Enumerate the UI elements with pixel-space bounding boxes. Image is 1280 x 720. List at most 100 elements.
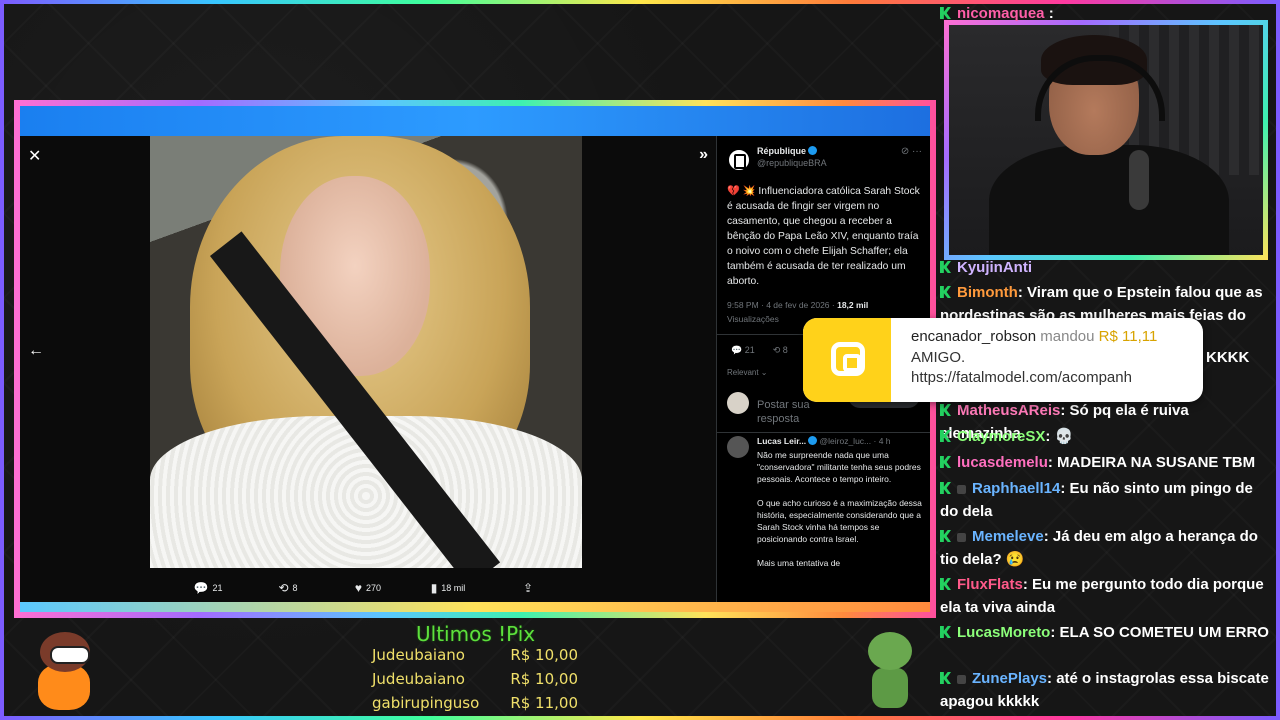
kick-badge-icon [940,578,951,590]
reply-button[interactable]: 💬 21 [168,574,248,602]
like-button[interactable]: ♥ 270 [328,574,408,602]
pix-name: Judeubaiano [372,670,465,688]
chat-username: LucasMoreto [957,624,1051,641]
kick-badge-icon [940,530,951,542]
previous-arrow-icon[interactable]: ← [28,342,44,360]
repost-count: 8 [292,583,298,593]
tweet-text: 💔 💥 Influenciadora católica Sarah Stock … [727,186,920,287]
user-avatar [727,392,749,414]
chat-message: Memeleve: Já deu em algo a herança do ti… [940,525,1270,571]
author-name[interactable]: République [757,146,817,156]
frog-head [868,632,912,670]
chat-message: FluxFlats: Eu me pergunto todo dia porqu… [940,573,1270,619]
chat-username: ZunePlays [972,670,1048,687]
pix-title: Ultimos !Pix [416,622,536,646]
chat-text: : [1044,5,1054,22]
verified-badge-icon [808,146,817,155]
chat-text: KKKK [1206,349,1250,366]
bar-chart-icon: ▮ [430,581,438,595]
kick-badge-icon [940,672,951,684]
reply-placeholder[interactable]: Postar sua resposta [757,398,817,426]
donation-link: https://fatalmodel.com/acompanh [911,369,1132,386]
chat-text: : ELA SO COMETEU UM ERRO [1050,624,1269,641]
pix-row: Judeubaiano R$ 10,00 [372,670,578,688]
chat-message: nicomaquea : [940,2,1270,25]
repost-stat[interactable]: ⟲ 8 [773,345,788,356]
pix-amount: R$ 10,00 [510,670,578,688]
chat-message-fragment: KKKK [1206,346,1266,369]
sub-badge-icon [957,485,966,494]
chat-username: lucasdemelu [957,454,1048,471]
browser-capture: ✕ ← » 💬 21 ⟲ 8 ♥ 270 ▮ 18 mil ⇪ Républiqu [20,106,930,612]
mascot-eyes [50,646,90,664]
chat-username: Bimonth [957,284,1018,301]
tweet-stats: 💬 21 ⟲ 8 [731,345,788,356]
pix-logo-icon [831,342,865,376]
author-avatar[interactable] [727,148,751,172]
pix-row: gabirupinguso R$ 11,00 [372,694,578,712]
repost-button[interactable]: ⟲ 8 [248,574,328,602]
donation-header: encanador_robson mandou R$ 11,11 [911,328,1157,345]
close-icon[interactable]: ✕ [28,146,41,166]
kick-badge-icon [940,456,951,468]
heart-icon: ♥ [354,581,363,595]
view-count: 18 mil [441,583,466,593]
repost-stat-count: 8 [782,345,788,355]
media-lightbox: ✕ ← » 💬 21 ⟲ 8 ♥ 270 ▮ 18 mil ⇪ [20,136,716,602]
reply-icon: 💬 [193,581,209,595]
comment-text: Não me surpreende nada que uma "conserva… [757,450,922,568]
chat-message: lucasdemelu: MADEIRA NA SUSANE TBM [940,451,1270,474]
lightbox-action-bar: 💬 21 ⟲ 8 ♥ 270 ▮ 18 mil ⇪ [20,574,716,602]
author-name-text: République [757,146,806,156]
kick-badge-icon [940,482,951,494]
chat-message: ZunePlays: até o instagrolas essa biscat… [940,667,1270,713]
chat-username: FluxFlats [957,576,1023,593]
pix-row: Judeubaiano R$ 10,00 [372,646,578,664]
share-button[interactable]: ⇪ [488,574,568,602]
frog-body [872,668,908,708]
chat-username: nicomaquea [957,5,1045,22]
chat-message: KyujinAnti [940,256,1270,279]
chat-username: ClaymoreSX [957,428,1046,445]
more-options-icon[interactable]: ⊘ ··· [901,146,922,157]
pix-amount: R$ 10,00 [510,646,578,664]
kick-badge-icon [940,430,951,442]
pix-name: gabirupinguso [372,694,480,712]
screen-capture-frame: ✕ ← » 💬 21 ⟲ 8 ♥ 270 ▮ 18 mil ⇪ Républiqu [14,100,936,618]
verified-badge-icon [808,436,818,445]
chat-text: : MADEIRA NA SUSANE TBM [1047,454,1256,471]
donation-alert: encanador_robson mandou R$ 11,11 AMIGO. … [803,318,1203,402]
divider [717,432,930,433]
tweet-photo [150,136,582,568]
commenter-name[interactable]: Lucas Leir... @leiroz_luc... · 4 h [757,436,891,446]
mascot-emote [30,630,98,712]
kick-badge-icon [940,7,951,19]
author-handle[interactable]: @republiqueBRA [757,158,827,168]
pix-amount: R$ 11,00 [510,694,578,712]
kick-badge-icon [940,261,951,273]
chat-message: LucasMoreto: ELA SO COMETEU UM ERRO [940,621,1270,644]
chat-username: Memeleve [972,528,1044,545]
share-icon: ⇪ [522,581,534,595]
pepe-emote [862,630,918,710]
donor-name: encanador_robson [911,328,1037,345]
reply-stat[interactable]: 💬 21 [731,345,755,356]
views-button[interactable]: ▮ 18 mil [408,574,488,602]
collapse-panel-icon[interactable]: » [699,146,708,164]
chat-message: Raphhaell14: Eu não sinto um pingo de do… [940,477,1270,523]
kick-badge-icon [940,626,951,638]
reply-count: 21 [212,583,223,593]
sort-replies-dropdown[interactable]: Relevant ⌄ [727,368,768,377]
commenter-handle: @leiroz_luc... · 4 h [819,436,891,446]
reply-stat-count: 21 [744,345,755,355]
kick-badge-icon [940,286,951,298]
sub-badge-icon [957,533,966,542]
commenter-name-text: Lucas Leir... [757,436,807,446]
views-label: Visualizações [727,314,779,324]
desktop-taskbar-strip [20,602,930,612]
tweet-timestamp[interactable]: 9:58 PM · 4 de fev de 2026 · [727,300,837,310]
tweet-views: 18,2 mil [837,300,869,310]
commenter-avatar[interactable] [727,436,749,458]
chat-username: MatheusAReis [957,402,1061,419]
chat-username: Raphhaell14 [972,480,1061,497]
